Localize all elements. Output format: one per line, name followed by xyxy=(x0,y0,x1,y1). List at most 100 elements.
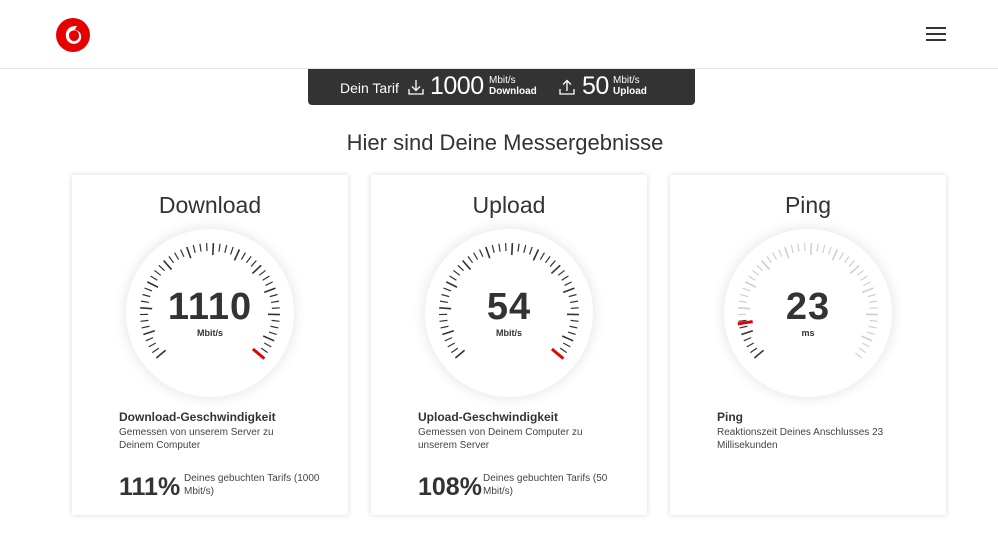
gauge-tick xyxy=(743,337,752,342)
upload-icon xyxy=(558,78,576,96)
gauge-tick xyxy=(260,347,269,354)
gauge-tick xyxy=(863,281,871,286)
gauge-tick xyxy=(848,260,855,267)
gauge-value: 23 xyxy=(785,286,831,328)
card-title: Download xyxy=(158,192,262,218)
card-title: Upload xyxy=(472,192,546,218)
gauge-tick xyxy=(158,264,166,272)
gauge-tick xyxy=(453,269,461,276)
gauge-tick xyxy=(561,275,569,281)
tarif-banner: Dein Tarif 1000 Mbit/s Download 50 Mbit/s… xyxy=(308,69,695,105)
gauge-tick xyxy=(192,244,196,253)
gauge-unit: Mbit/s xyxy=(197,328,223,338)
gauge-tick xyxy=(849,264,860,275)
gauge-tick xyxy=(532,249,540,261)
description-title: Download-Geschwindigkeit xyxy=(119,410,276,424)
upload-card: Upload 54 Mbit/s Upload-Geschwindigkeit … xyxy=(371,175,647,515)
gauge-tick xyxy=(549,260,556,267)
page-title: Hier sind Deine Messergebnisse xyxy=(346,130,664,155)
gauge-tick xyxy=(858,347,867,354)
gauge-tick xyxy=(233,249,241,261)
ping-card: Ping 23 ms Ping Reaktionszeit Deines Ans… xyxy=(670,175,946,515)
gauge-tick xyxy=(528,246,533,255)
gauge-tick xyxy=(523,244,527,253)
gauge-tick xyxy=(150,275,158,281)
gauge-tick xyxy=(447,342,456,348)
download-icon xyxy=(407,78,425,96)
gauge-unit: ms xyxy=(801,328,815,338)
gauge-tick xyxy=(186,246,192,259)
gauge-tick xyxy=(856,269,864,276)
gauge-tick xyxy=(457,264,465,272)
gauge-tick xyxy=(809,243,813,256)
gauge-tick xyxy=(151,347,160,354)
gauge-tick xyxy=(229,246,234,255)
gauge-tick xyxy=(262,275,270,281)
gauge-tick xyxy=(861,342,870,348)
gauge-tick xyxy=(218,243,221,252)
gauge-tick xyxy=(797,243,800,252)
gauge-tick xyxy=(449,275,457,281)
gauge-indicator xyxy=(550,347,565,360)
gauge-tick xyxy=(211,243,215,256)
gauge-tick xyxy=(772,252,778,260)
gauge-tick xyxy=(827,246,832,255)
gauge-tick xyxy=(777,249,783,258)
ping-gauge: 23 ms xyxy=(724,229,892,397)
gauge-tick xyxy=(562,342,571,348)
gauge-tick xyxy=(816,243,819,252)
gauge-tick xyxy=(559,347,568,354)
gauge-value: 54 xyxy=(486,286,532,328)
gauge-tick xyxy=(163,260,173,271)
description-text: Gemessen von unserem Server zu Deinem Co… xyxy=(119,427,274,451)
gauge-tick xyxy=(154,269,162,276)
gauge-tick xyxy=(831,249,839,261)
download-gauge: 1110 Mbit/s xyxy=(126,229,294,397)
gauge-tick xyxy=(265,281,273,286)
gauge-tick xyxy=(749,347,758,354)
gauge-tick xyxy=(544,255,551,264)
gauge-tick xyxy=(444,337,453,342)
gauge-tick xyxy=(790,244,794,253)
gauge-tick xyxy=(454,349,466,359)
tarif-percentage: 108% xyxy=(418,473,482,501)
gauge-tick xyxy=(462,260,472,271)
gauge-tick xyxy=(467,255,474,264)
gauge-tick xyxy=(478,249,484,258)
gauge-tick xyxy=(485,246,491,259)
gauge-tick xyxy=(860,275,868,281)
gauge-tick xyxy=(557,269,565,276)
gauge-tick xyxy=(245,255,252,264)
gauge-tick xyxy=(250,260,257,267)
gauge-tick xyxy=(517,243,520,252)
gauge-tick xyxy=(179,249,185,258)
gauge-tick xyxy=(753,349,765,359)
tarif-percentage-text: Deines gebuchten Tarifs (1000 Mbit/s) xyxy=(184,473,320,497)
gauge-tick xyxy=(748,275,756,281)
gauge-tick xyxy=(784,246,790,259)
gauge-tick xyxy=(148,342,157,348)
vodafone-logo-icon[interactable] xyxy=(55,17,91,53)
tarif-upload-value: 50 xyxy=(582,72,609,100)
gauge-tick xyxy=(251,264,262,275)
gauge-tick xyxy=(761,260,771,271)
tarif-download-value: 1000 xyxy=(430,72,484,100)
gauge-tick xyxy=(855,352,863,359)
tarif-label: Dein Tarif xyxy=(340,80,399,96)
gauge-tick xyxy=(564,281,572,286)
tarif-percentage-text: Deines gebuchten Tarifs (50 Mbit/s) xyxy=(483,473,608,497)
gauge-tick xyxy=(756,264,764,272)
hamburger-menu-icon[interactable] xyxy=(926,25,948,43)
gauge-tick xyxy=(263,342,272,348)
tarif-percentage: 111% xyxy=(119,473,181,501)
gauge-tick xyxy=(510,243,514,256)
tarif-download-unit: Mbit/s Download xyxy=(489,75,537,97)
gauge-tick xyxy=(752,269,760,276)
gauge-tick xyxy=(550,264,561,275)
description-title: Ping xyxy=(717,410,743,424)
gauge-tick xyxy=(473,252,479,260)
download-card: Download 1110 Mbit/s Download-Geschwindi… xyxy=(72,175,348,515)
gauge-tick xyxy=(145,337,154,342)
gauge-tick xyxy=(168,255,175,264)
header xyxy=(0,0,998,69)
